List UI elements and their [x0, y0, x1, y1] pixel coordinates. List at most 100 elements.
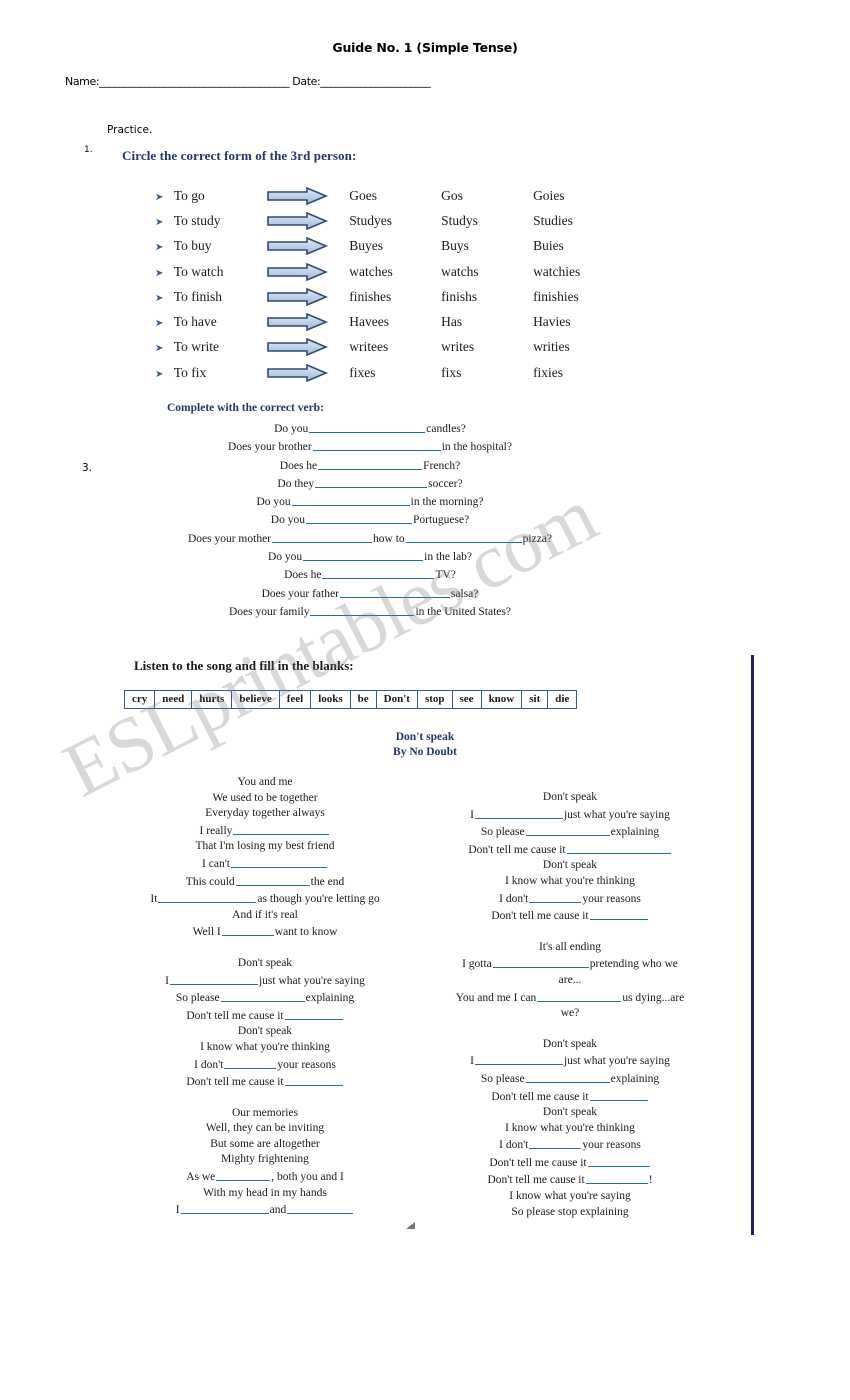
lyric-blank[interactable] — [525, 1070, 610, 1083]
verb-option-choice[interactable]: watches — [349, 259, 441, 284]
verb-infinitive: To go — [173, 187, 205, 203]
verb-option-choice[interactable]: Havies — [533, 309, 625, 334]
verb-option-choice[interactable]: Studys — [441, 208, 533, 233]
verb-option-choice[interactable]: writes — [441, 335, 533, 360]
answer-blank[interactable] — [339, 585, 450, 598]
lyric-line: I know what you're thinking — [115, 1040, 415, 1056]
lyric-blank[interactable] — [169, 972, 258, 985]
verb-option-choice[interactable]: Havees — [349, 309, 441, 334]
answer-blank[interactable] — [312, 438, 441, 452]
lyric-blank[interactable] — [235, 873, 310, 886]
lyric-line: Don't tell me cause it — [420, 1088, 720, 1106]
line-text: You and me I can — [455, 991, 537, 1004]
verb-option-choice[interactable]: Buies — [533, 234, 625, 259]
verb-option-choice[interactable]: Buys — [441, 234, 533, 259]
verb-option-choice[interactable]: finishes — [349, 284, 441, 309]
answer-blank[interactable] — [305, 511, 412, 525]
verb-option-choice[interactable]: Gos — [441, 183, 533, 208]
lyric-blank[interactable] — [230, 855, 327, 868]
verb-option-choice[interactable]: writees — [349, 335, 441, 360]
verb-option-choice[interactable]: Buyes — [349, 234, 441, 259]
line-text: I don't — [499, 1139, 529, 1152]
date-blank-rule[interactable]: ______________________ — [320, 75, 431, 88]
lyric-line: Don't speak — [115, 1024, 415, 1040]
lyric-blank[interactable] — [587, 1154, 650, 1167]
lyric-blank[interactable] — [566, 841, 671, 854]
right-arrow-icon — [266, 234, 350, 259]
line-text: Don't speak — [542, 791, 598, 803]
word-bank-item[interactable]: feel — [279, 691, 312, 708]
lyric-blank[interactable] — [537, 989, 622, 1002]
lyric-line: Don't tell me cause it — [115, 1073, 415, 1091]
word-bank-item[interactable]: Don't — [376, 691, 418, 708]
lyric-blank[interactable] — [474, 806, 563, 819]
lyric-blank[interactable] — [492, 955, 589, 969]
word-bank-item[interactable]: die — [548, 691, 577, 708]
lyric-blank[interactable] — [221, 923, 274, 937]
answer-blank[interactable] — [309, 420, 426, 433]
lyric-blank[interactable] — [284, 1073, 343, 1087]
answer-blank[interactable] — [322, 566, 435, 580]
verb-option-choice[interactable]: fixes — [349, 360, 441, 385]
verb-option-choice[interactable]: fixs — [441, 360, 533, 385]
lyric-blank[interactable] — [529, 890, 582, 903]
verb-option-choice[interactable]: Studyes — [349, 208, 441, 233]
word-bank-item[interactable]: see — [452, 691, 482, 708]
lyric-blank[interactable] — [589, 1088, 648, 1101]
word-bank-item[interactable]: looks — [311, 691, 351, 708]
verb-option-choice[interactable]: fixies — [533, 360, 625, 385]
lyric-blank[interactable] — [525, 823, 610, 837]
exercise3-question: Does your family in the United States? — [110, 603, 630, 621]
lyric-blank[interactable] — [589, 907, 648, 921]
lyrics-stanza: Don't speak Ijust what you're saying So pl… — [115, 956, 415, 1091]
word-bank-item[interactable]: need — [155, 691, 193, 708]
answer-blank[interactable] — [315, 475, 428, 488]
lyric-blank[interactable] — [233, 822, 330, 835]
word-bank-item[interactable]: stop — [417, 691, 453, 708]
word-bank-item[interactable]: know — [481, 691, 523, 708]
line-text: I know what you're thinking — [505, 874, 635, 887]
lyric-blank[interactable] — [585, 1171, 648, 1185]
verb-option-choice[interactable]: Has — [441, 309, 533, 334]
answer-blank[interactable] — [318, 457, 423, 470]
line-text: I know what you're saying — [509, 1190, 631, 1203]
answer-blank[interactable] — [272, 530, 373, 543]
lyric-line: Don't tell me cause it — [115, 1007, 415, 1025]
verb-option-choice[interactable]: finishs — [441, 284, 533, 309]
lyric-blank[interactable] — [287, 1201, 354, 1215]
verb-option-choice[interactable]: watchies — [533, 259, 625, 284]
verb-option-choice[interactable]: Goes — [349, 183, 441, 208]
word-bank-item[interactable]: sit — [522, 691, 549, 708]
lyric-blank[interactable] — [474, 1052, 563, 1066]
lyric-blank[interactable] — [529, 1136, 582, 1150]
lyric-blank[interactable] — [284, 1007, 343, 1020]
lyric-blank[interactable] — [158, 890, 257, 904]
answer-blank[interactable] — [405, 530, 522, 543]
lyric-blank[interactable] — [220, 989, 305, 1003]
lyric-line: Everyday together always — [115, 806, 415, 822]
verb-option-choice[interactable]: finishies — [533, 284, 625, 309]
answer-blank[interactable] — [291, 493, 410, 507]
verb-option-choice[interactable]: Studies — [533, 208, 625, 233]
name-blank-rule[interactable]: ______________________________________ — [99, 75, 290, 88]
verb-row: ➤ To finish finishes finishs finishies — [155, 284, 625, 309]
lyric-blank[interactable] — [224, 1056, 277, 1069]
lyric-blank[interactable] — [180, 1201, 269, 1215]
bullet-arrow-icon: ➤ — [155, 343, 164, 355]
line-text: Don't speak — [542, 1106, 598, 1119]
line-text: I — [470, 808, 474, 821]
answer-blank[interactable] — [303, 548, 424, 562]
word-bank-item[interactable]: believe — [232, 691, 280, 708]
verb-row: ➤ To write writees writes writies — [155, 335, 625, 360]
verb-option-choice[interactable]: Goies — [533, 183, 625, 208]
verb-option-choice[interactable]: writies — [533, 335, 625, 360]
line-text: So please — [480, 1072, 525, 1085]
word-bank-item[interactable]: hurts — [192, 691, 233, 708]
lyric-blank[interactable] — [216, 1168, 271, 1182]
word-bank-item[interactable]: cry — [125, 691, 156, 708]
answer-blank[interactable] — [310, 603, 415, 616]
verb-option-choice[interactable]: watchs — [441, 259, 533, 284]
line-text: Don't speak — [237, 956, 293, 969]
line-text: as though you're letting go — [257, 893, 380, 906]
word-bank-item[interactable]: be — [350, 691, 377, 708]
